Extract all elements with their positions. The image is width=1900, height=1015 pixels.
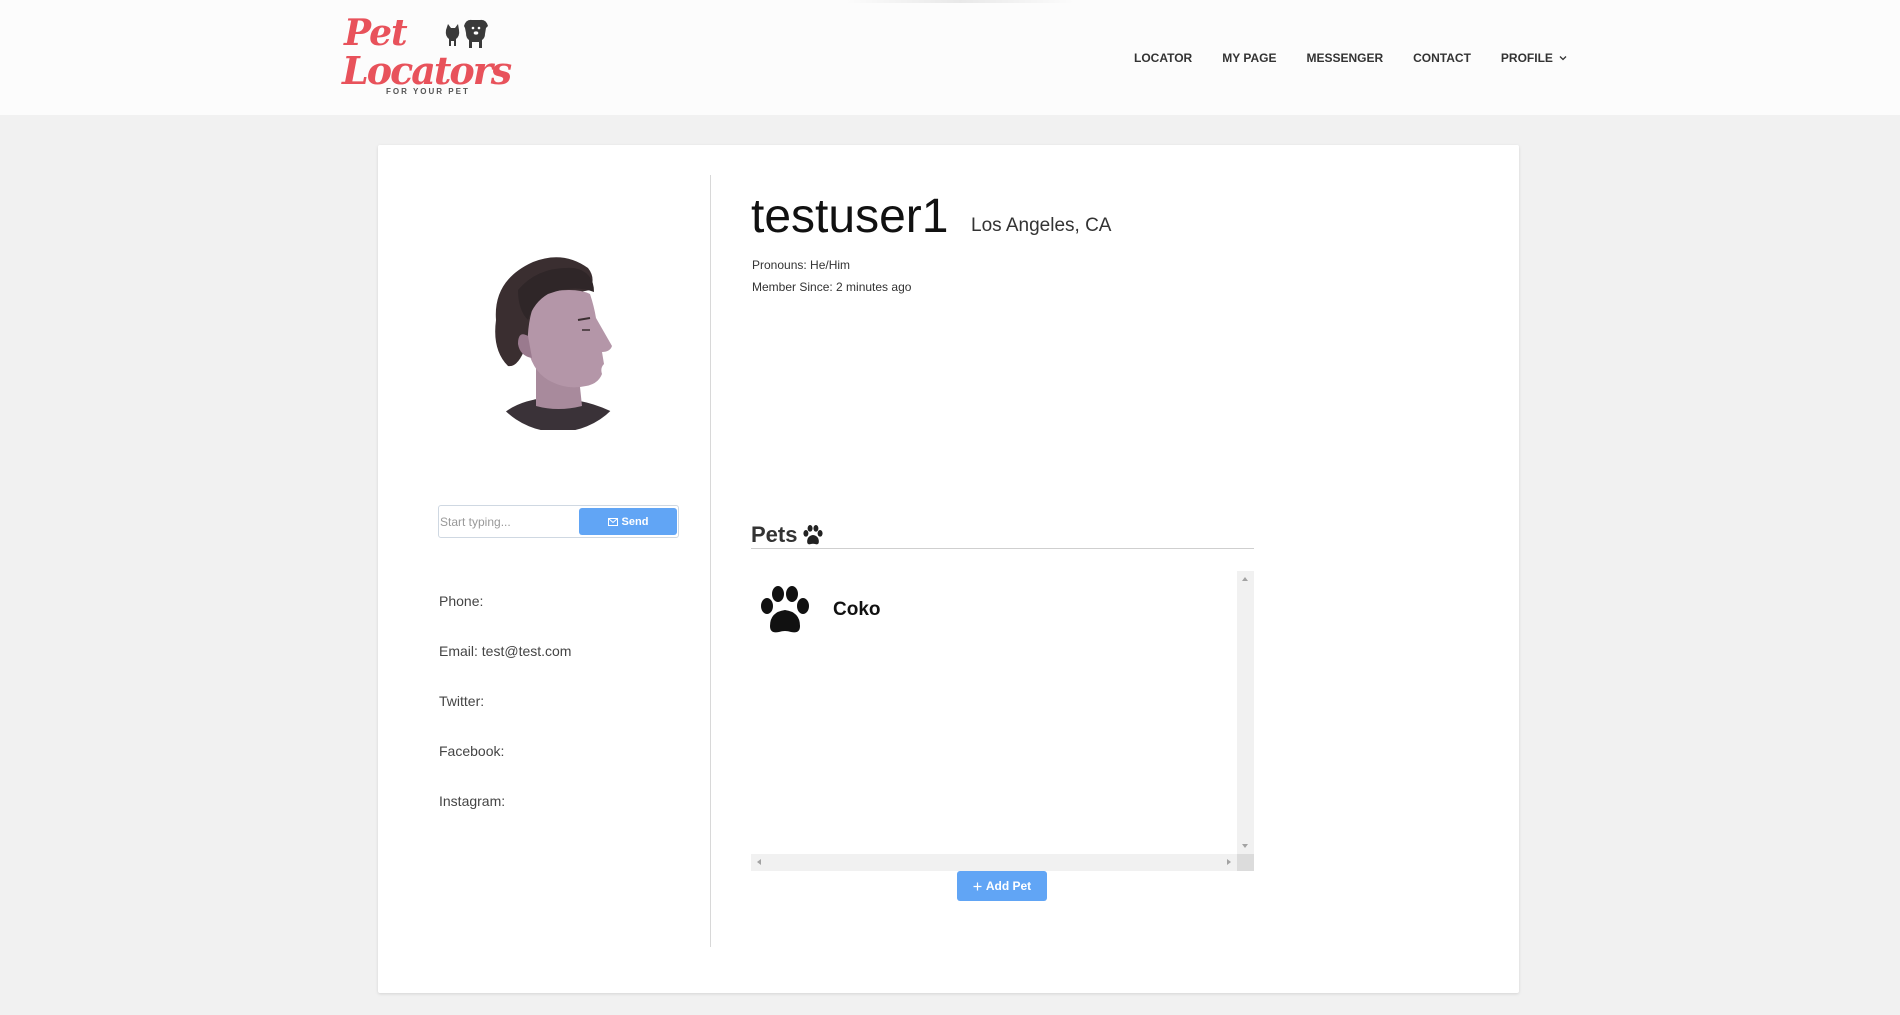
- message-box: Send: [438, 505, 679, 538]
- contact-instagram: Instagram:: [439, 793, 506, 809]
- pets-horizontal-scrollbar[interactable]: [751, 854, 1237, 871]
- profile-member-since: Member Since: 2 minutes ago: [752, 280, 912, 294]
- nav-profile[interactable]: PROFILE: [1501, 51, 1567, 65]
- site-header: Pet Locators FOR YOUR PET LOCATOR MY PAG…: [0, 0, 1900, 115]
- scroll-down-arrow[interactable]: [1242, 844, 1248, 848]
- pets-heading-label: Pets: [751, 522, 798, 547]
- paw-icon: [761, 586, 809, 633]
- contact-info: Phone: Email: test@test.com Twitter: Fac…: [439, 593, 699, 843]
- pet-name: Coko: [833, 599, 881, 620]
- send-button-label: Send: [621, 515, 649, 528]
- pets-vertical-scrollbar[interactable]: [1237, 571, 1254, 854]
- pets-list: Coko: [751, 571, 1254, 871]
- mail-icon: [607, 517, 618, 526]
- send-button[interactable]: Send: [579, 508, 677, 535]
- nav-contact[interactable]: CONTACT: [1413, 51, 1471, 65]
- nav-profile-label: PROFILE: [1500, 51, 1553, 65]
- contact-email: Email: test@test.com: [439, 643, 572, 659]
- profile-card: Send Phone: Email: test@test.com Twitter…: [378, 145, 1519, 993]
- message-input[interactable]: [439, 506, 579, 537]
- site-logo[interactable]: Pet Locators FOR YOUR PET: [342, 12, 512, 98]
- logo-tagline: FOR YOUR PET: [386, 87, 470, 96]
- scroll-up-arrow[interactable]: [1242, 577, 1248, 581]
- chevron-down-icon: [1559, 56, 1567, 61]
- cat-and-dog-icon: [445, 19, 488, 48]
- nav-messenger[interactable]: MESSENGER: [1306, 51, 1383, 65]
- main-nav: LOCATOR MY PAGE MESSENGER CONTACT PROFIL…: [1134, 48, 1567, 68]
- contact-phone: Phone:: [439, 593, 484, 609]
- scrollbar-corner: [1237, 854, 1254, 871]
- header-shadow: [845, 0, 1075, 3]
- scroll-left-arrow[interactable]: [757, 859, 761, 865]
- scroll-right-arrow[interactable]: [1227, 859, 1231, 865]
- column-divider: [710, 175, 711, 947]
- contact-facebook: Facebook:: [439, 743, 505, 759]
- add-pet-button[interactable]: Add Pet: [957, 871, 1047, 901]
- contact-twitter: Twitter:: [439, 693, 485, 709]
- pet-item[interactable]: Coko: [759, 585, 1059, 635]
- profile-pronouns: Pronouns: He/Him: [752, 258, 851, 272]
- nav-locator[interactable]: LOCATOR: [1134, 51, 1192, 65]
- pets-divider: [751, 548, 1254, 549]
- profile-username: testuser1: [751, 190, 949, 243]
- profile-location: Los Angeles, CA: [971, 215, 1112, 236]
- plus-icon: [973, 882, 982, 890]
- add-pet-button-label: Add Pet: [985, 879, 1032, 893]
- profile-avatar: [488, 257, 628, 430]
- pets-heading: Pets: [751, 522, 824, 548]
- paw-icon: [803, 525, 824, 545]
- nav-my-page[interactable]: MY PAGE: [1222, 51, 1276, 65]
